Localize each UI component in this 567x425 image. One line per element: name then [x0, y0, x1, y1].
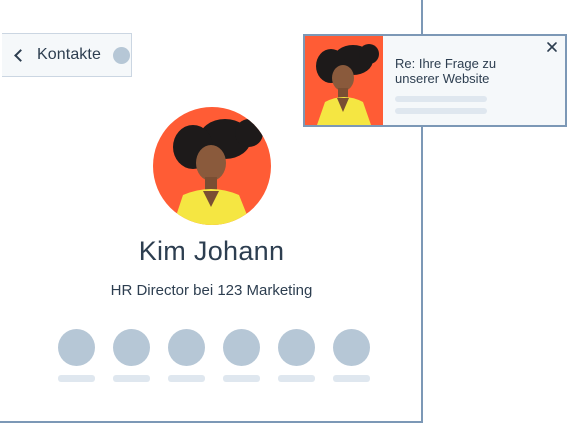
contact-job-title: HR Director bei 123 Marketing — [110, 282, 313, 299]
action-button-5[interactable] — [278, 329, 315, 382]
app-stage: Kontakte Kim Johann HR Director bei 123 … — [0, 0, 567, 425]
action-icon — [168, 329, 205, 366]
action-icon — [113, 329, 150, 366]
status-dot — [112, 46, 130, 64]
action-icon — [333, 329, 370, 366]
person-photo-icon — [153, 107, 271, 225]
action-label-placeholder — [113, 375, 150, 382]
chevron-left-icon — [14, 48, 27, 62]
action-label-placeholder — [278, 375, 315, 382]
action-button-1[interactable] — [58, 329, 95, 382]
notification-body: Re: Ihre Frage zu unserer Website — [383, 36, 565, 125]
action-label-placeholder — [223, 375, 260, 382]
action-label-placeholder — [333, 375, 370, 382]
close-button[interactable] — [545, 40, 559, 54]
preview-line-placeholder — [395, 96, 487, 102]
close-icon — [547, 42, 557, 52]
action-button-4[interactable] — [223, 329, 260, 382]
action-button-3[interactable] — [168, 329, 205, 382]
email-notification-card[interactable]: Re: Ihre Frage zu unserer Website — [303, 34, 567, 127]
action-button-2[interactable] — [113, 329, 150, 382]
action-label-placeholder — [58, 375, 95, 382]
back-button-label: Kontakte — [37, 46, 101, 63]
action-label-placeholder — [168, 375, 205, 382]
contact-name: Kim Johann — [138, 236, 285, 266]
person-photo-icon — [305, 36, 383, 125]
action-button-6[interactable] — [333, 329, 370, 382]
back-to-contacts-button[interactable]: Kontakte — [2, 33, 132, 77]
notification-subject: Re: Ihre Frage zu unserer Website — [395, 56, 497, 86]
sender-photo — [305, 36, 383, 125]
contact-avatar — [153, 107, 271, 225]
preview-line-placeholder — [395, 108, 487, 114]
action-bar — [58, 329, 370, 382]
action-icon — [223, 329, 260, 366]
action-icon — [58, 329, 95, 366]
action-icon — [278, 329, 315, 366]
